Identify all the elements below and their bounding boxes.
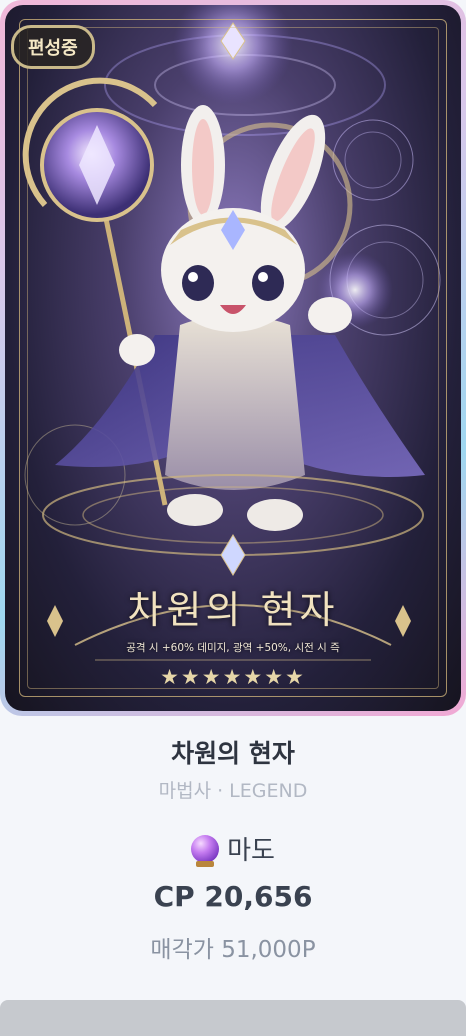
in-formation-badge: 편성중 xyxy=(11,25,95,69)
character-name: 차원의 현자 xyxy=(171,739,295,768)
element-label: 마도 xyxy=(227,836,275,866)
bottom-action-bar[interactable] xyxy=(0,1000,466,1036)
card-skill-description: 공격 시 +60% 데미지, 광역 +50%, 시전 시 즉 xyxy=(126,642,340,654)
character-card[interactable]: 차원의 현자 공격 시 +60% 데미지, 광역 +50%, 시전 시 즉 ★★… xyxy=(0,0,466,716)
card-title-plate: 차원의 현자 공격 시 +60% 데미지, 광역 +50%, 시전 시 즉 xyxy=(90,575,376,665)
sell-price: 매각가 51,000P xyxy=(150,937,316,963)
star-rating: ★★★★★★★ xyxy=(160,665,306,689)
combat-power: CP 20,656 xyxy=(153,880,313,913)
card-title: 차원의 현자 xyxy=(127,588,339,632)
card-artwork-area: 차원의 현자 공격 시 +60% 데미지, 광역 +50%, 시전 시 즉 ★★… xyxy=(5,5,461,711)
class-grade-label: 마법사 · LEGEND xyxy=(158,780,308,802)
element-row: 마도 xyxy=(0,830,466,867)
purple-crystal-ball-icon xyxy=(191,835,220,867)
